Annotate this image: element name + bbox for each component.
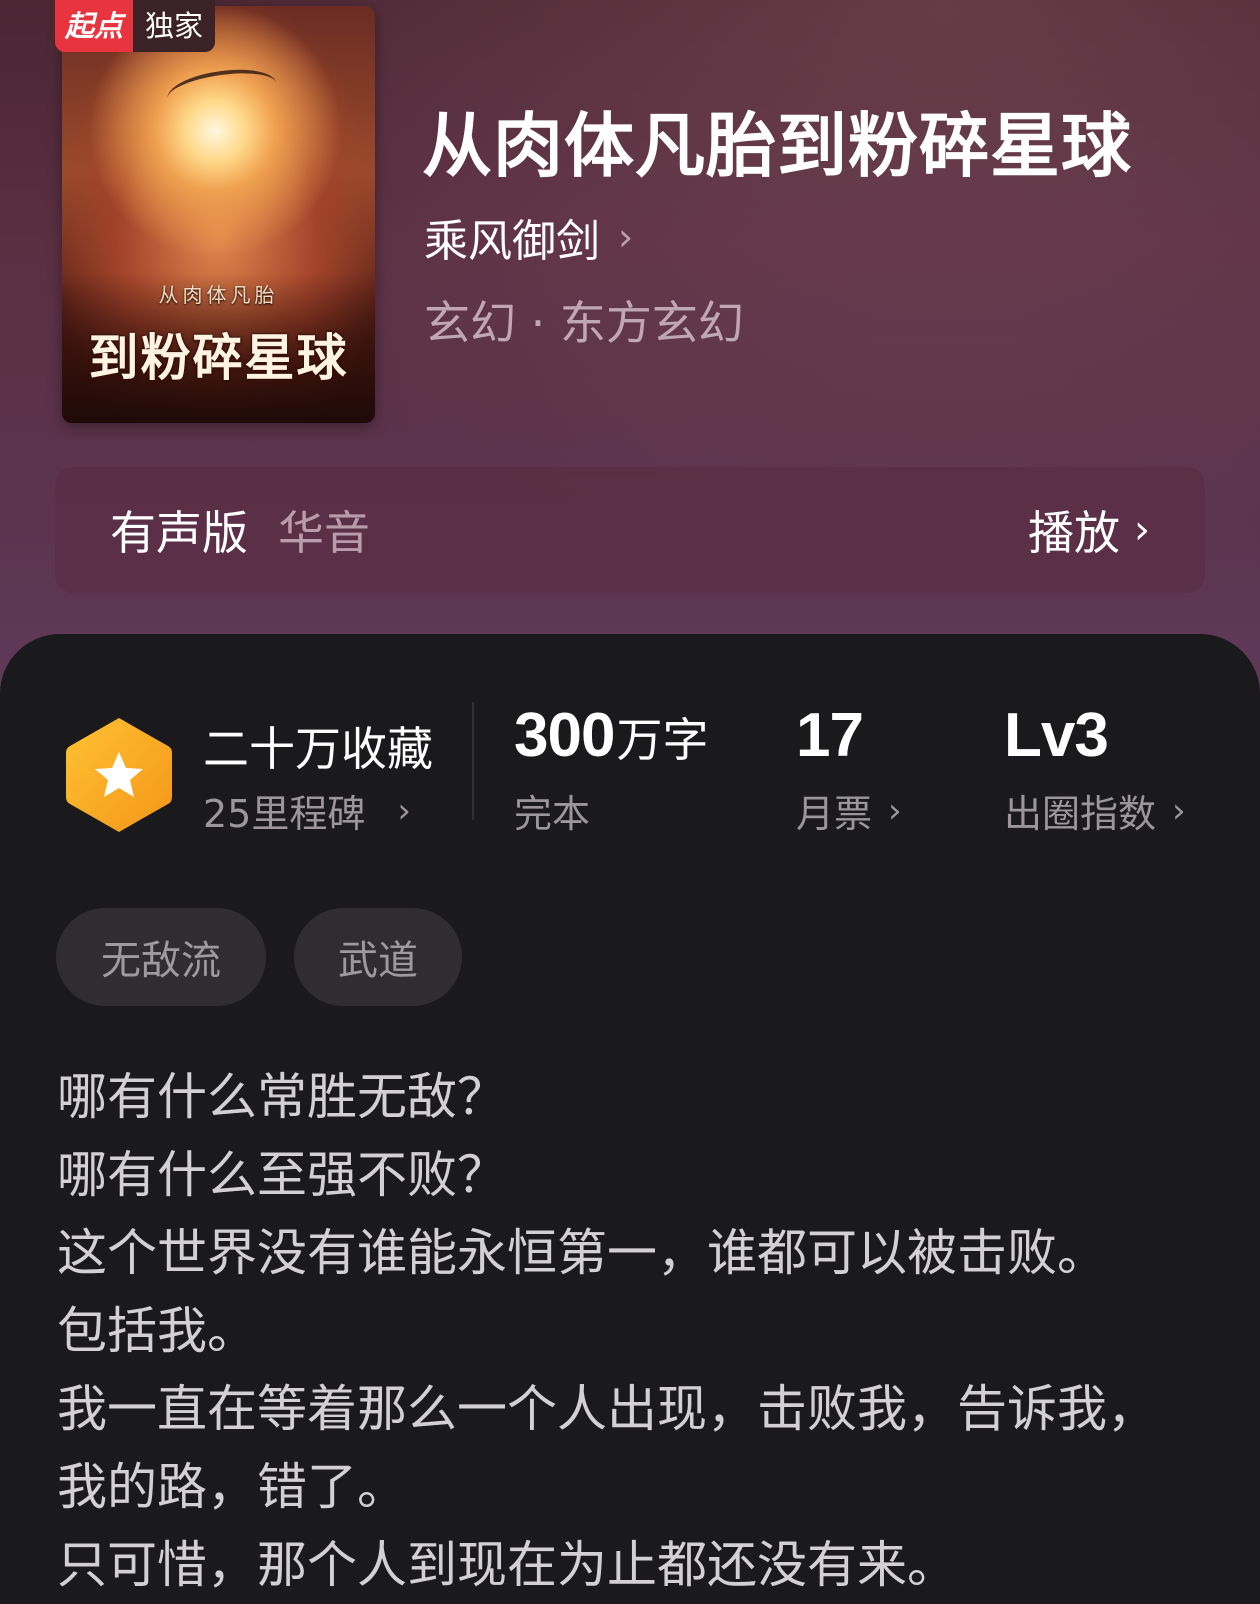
- monthly-votes-label: 月票: [796, 792, 873, 836]
- cover-bird-shape: [164, 63, 280, 119]
- popularity-level-wrap: Lv3: [1004, 700, 1109, 771]
- star-hexagon-icon[interactable]: [64, 714, 174, 836]
- author-link[interactable]: 乘风御剑 ›: [424, 205, 633, 269]
- chevron-right-icon: ›: [1172, 790, 1186, 831]
- chevron-right-icon: ›: [888, 790, 902, 831]
- stats-divider: [472, 702, 474, 820]
- exclusive-badge: 起点 独家: [55, 0, 216, 52]
- audiobook-narrator: 华音: [278, 506, 370, 560]
- synopsis-line: 包括我。: [57, 1302, 257, 1360]
- word-count-value: 300: [514, 701, 615, 770]
- monthly-votes-value: 17: [796, 701, 864, 770]
- tag-chip[interactable]: 无敌流: [56, 908, 266, 1006]
- audiobook-bar[interactable]: 有声版 华音 播放 ›: [55, 467, 1205, 593]
- cover-big-title: 到粉碎星球: [88, 328, 349, 387]
- tag-chip[interactable]: 武道: [294, 908, 462, 1006]
- chevron-right-icon: ›: [1134, 507, 1150, 553]
- book-title: 从肉体凡胎到粉碎星球: [422, 104, 1132, 187]
- play-label: 播放: [1028, 506, 1120, 560]
- badge-brand: 起点: [55, 0, 134, 52]
- completion-status: 完本: [514, 783, 590, 838]
- popularity-index-link[interactable]: 出圈指数 ›: [1004, 783, 1186, 838]
- word-count: 300 万字: [514, 700, 708, 771]
- word-count-unit: 万字: [616, 713, 709, 767]
- author-name: 乘风御剑: [424, 216, 600, 267]
- synopsis-line: 哪有什么至强不败？: [57, 1146, 507, 1204]
- play-button[interactable]: 播放 ›: [1028, 497, 1150, 563]
- favorites-count: 二十万收藏: [203, 722, 433, 776]
- popularity-level-value: Lv3: [1004, 701, 1109, 770]
- status-label: 完本: [514, 792, 591, 836]
- chevron-right-icon: ›: [618, 215, 634, 259]
- badge-label: 独家: [133, 0, 216, 52]
- audiobook-label: 有声版: [110, 506, 248, 560]
- book-synopsis[interactable]: 哪有什么常胜无敌？ 哪有什么至强不败？ 这个世界没有谁能永恒第一，谁都可以被击败…: [57, 1058, 1237, 1604]
- synopsis-line: 我的路，错了。: [57, 1458, 407, 1516]
- cover-small-title: 从肉体凡胎: [158, 283, 279, 307]
- milestones-label: 25里程碑: [203, 792, 366, 836]
- synopsis-line: 哪有什么常胜无敌？: [57, 1068, 507, 1126]
- monthly-votes-value-wrap: 17: [796, 700, 864, 771]
- chevron-right-icon: ›: [397, 790, 411, 831]
- popularity-index-label: 出圈指数: [1004, 792, 1157, 836]
- synopsis-line: 这个世界没有谁能永恒第一，谁都可以被击败。: [57, 1224, 1107, 1282]
- milestones-link[interactable]: 25里程碑 ›: [203, 783, 411, 838]
- monthly-votes-link[interactable]: 月票 ›: [796, 783, 902, 838]
- book-genre: 玄幻 · 东方玄幻: [424, 296, 744, 350]
- synopsis-line: 只可惜，那个人到现在为止都还没有来。: [57, 1536, 957, 1594]
- book-cover[interactable]: 从肉体凡胎 到粉碎星球: [62, 6, 375, 423]
- synopsis-line: 我一直在等着那么一个人出现，击败我，告诉我，: [57, 1380, 1157, 1438]
